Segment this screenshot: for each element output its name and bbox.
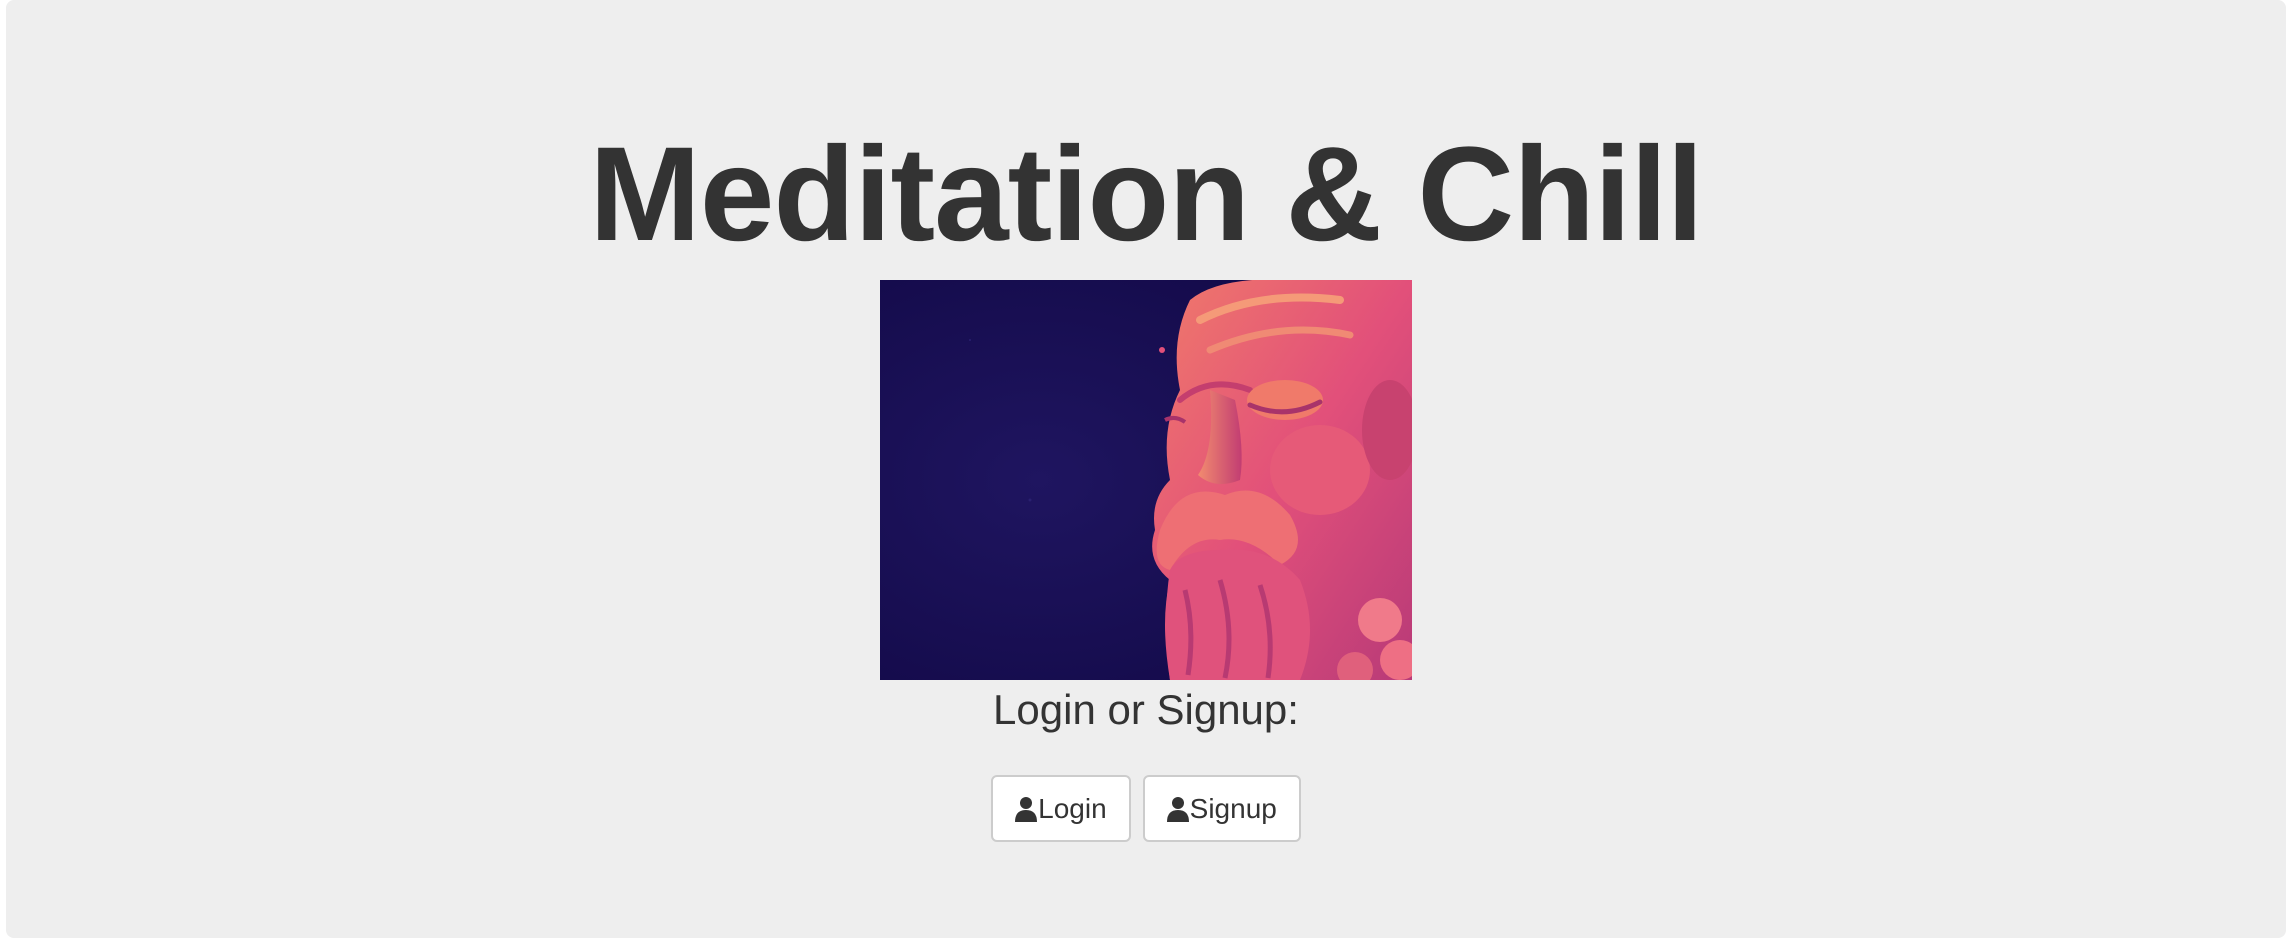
signup-button[interactable]: Signup (1142, 775, 1301, 842)
jumbotron: Meditation & Chill Login or Signup: Logi… (6, 0, 2286, 938)
login-button[interactable]: Login (991, 775, 1131, 842)
hero-image (880, 280, 1412, 680)
user-icon (1166, 781, 1189, 822)
login-button-label: Login (1038, 793, 1107, 824)
user-icon (1015, 781, 1038, 822)
signup-button-label: Signup (1189, 793, 1277, 824)
auth-button-group: Login Signup (6, 775, 2286, 842)
page-title: Meditation & Chill (589, 120, 1703, 269)
login-signup-prompt: Login or Signup: (993, 686, 1299, 733)
